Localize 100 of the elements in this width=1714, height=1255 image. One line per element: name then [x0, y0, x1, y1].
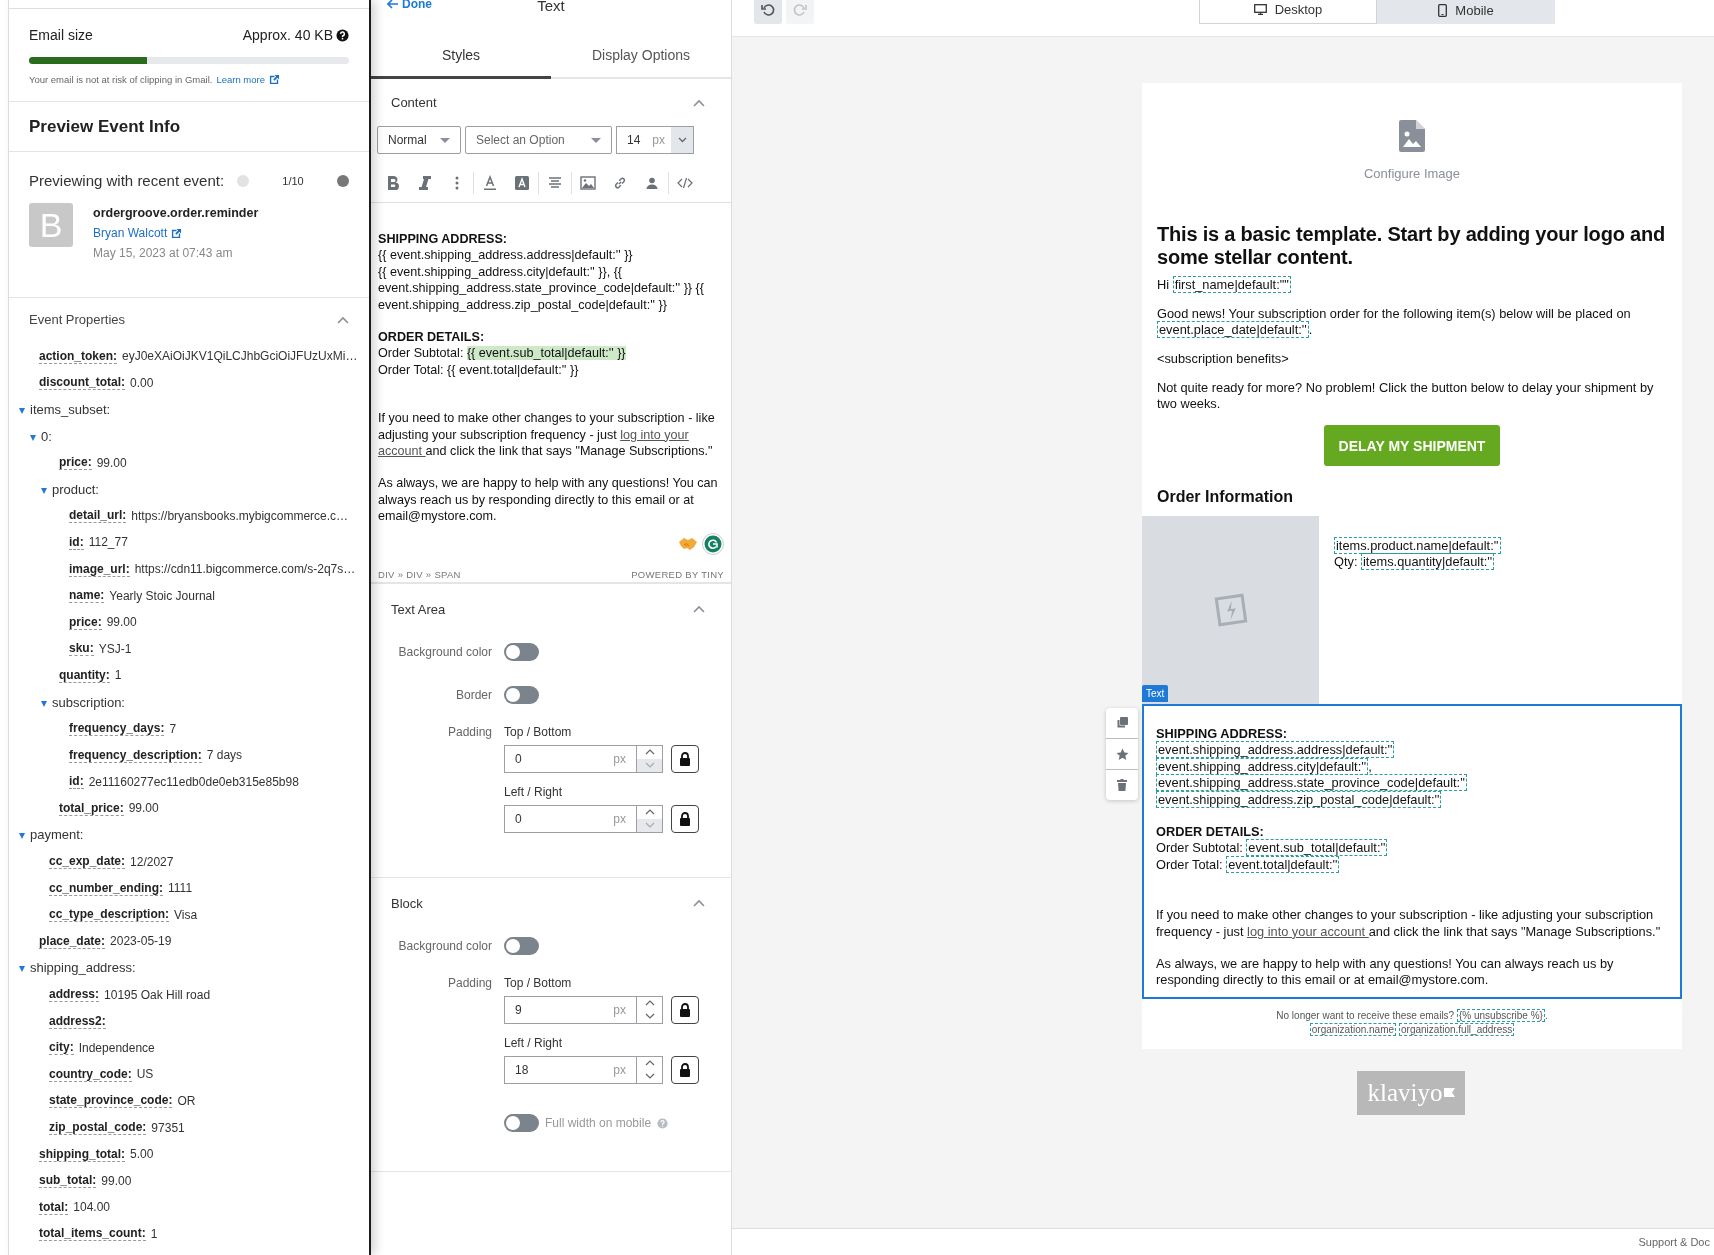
- view-tab[interactable]: Desktop: [1199, 0, 1377, 24]
- learn-more-link[interactable]: Learn more: [216, 74, 265, 85]
- external-link-icon: [171, 227, 183, 239]
- lock-icon: [679, 811, 691, 826]
- caret-icon[interactable]: [41, 700, 47, 707]
- field-label: Left / Right: [504, 1035, 564, 1050]
- section-title: Block: [391, 895, 423, 911]
- property-value: US: [136, 1067, 154, 1082]
- account-link[interactable]: log into your: [620, 427, 689, 442]
- property-key: frequency_days:: [69, 721, 165, 737]
- mobile-icon: [1438, 3, 1448, 17]
- caret-icon[interactable]: [30, 434, 36, 441]
- property-group[interactable]: payment:: [30, 827, 84, 843]
- property-value: https://cdn11.bigcommerce.com/s-2q7s…: [134, 562, 356, 577]
- property-value: 112_77: [88, 535, 128, 550]
- font-size-field[interactable]: 14 px: [616, 126, 694, 154]
- powered-by-label: POWERED BY TINY: [631, 568, 724, 580]
- email-text: ,: [1368, 758, 1372, 774]
- lock-button[interactable]: [671, 804, 699, 833]
- toggle-switch[interactable]: [504, 643, 539, 662]
- caret-icon[interactable]: [19, 966, 25, 973]
- caret-icon[interactable]: [41, 487, 47, 494]
- property-key: action_token:: [39, 348, 117, 364]
- merge-tag: items.product.name|default:'': [1334, 537, 1501, 554]
- property-value: Independence: [78, 1040, 155, 1055]
- lock-icon: [679, 1002, 691, 1017]
- property-group[interactable]: shipping_address:: [30, 960, 136, 976]
- account-link[interactable]: account: [378, 444, 426, 459]
- property-key: state_province_code:: [49, 1093, 173, 1109]
- caret-icon[interactable]: [19, 833, 25, 840]
- email-text: Hi: [1157, 277, 1171, 292]
- editor-text: event.shipping_address.zip_postal_code|default:'' }}: [378, 296, 668, 314]
- property-value: 1111: [168, 881, 193, 896]
- editor-text: ORDER DETAILS:: [378, 329, 486, 346]
- property-group[interactable]: subscription:: [52, 694, 125, 710]
- editor-text: account and click the link that says "Manage Subscriptions.": [378, 443, 714, 460]
- editor-text: always reach us by responding directly to this email or at: [378, 491, 695, 509]
- field-label: Top / Bottom: [504, 975, 573, 990]
- field-label: Top / Bottom: [504, 724, 573, 739]
- profile-link[interactable]: Bryan Walcott: [93, 223, 183, 243]
- support-link[interactable]: Support & Doc: [1638, 1236, 1710, 1248]
- text-block[interactable]: [1142, 704, 1682, 999]
- merge-tag: event.shipping_address.address|default:'': [1156, 741, 1395, 759]
- collapse-icon[interactable]: [693, 98, 705, 107]
- toggle-switch[interactable]: [504, 686, 539, 705]
- collapse-icon[interactable]: [693, 605, 705, 614]
- property-key: sub_total:: [39, 1173, 97, 1189]
- image-placeholder-icon: [1399, 119, 1425, 152]
- toggle-switch[interactable]: [504, 1114, 539, 1133]
- merge-tag: organization.name: [1309, 1022, 1397, 1036]
- email-text: Order Subtotal:: [1156, 840, 1244, 856]
- merge-tag: organization.full_address: [1399, 1022, 1515, 1036]
- email-text: <subscription benefits>: [1157, 351, 1290, 367]
- property-group[interactable]: product:: [52, 481, 99, 497]
- merge-tag: {% unsubscribe %}: [1456, 1008, 1545, 1022]
- lock-button[interactable]: [671, 995, 699, 1024]
- lock-icon: [679, 751, 691, 766]
- property-key: city:: [49, 1040, 74, 1056]
- field-label: Padding: [446, 974, 493, 990]
- property-value: eyJ0eXAiOiJKV1QiLCJhbGciOiJFUzUxMi…: [122, 349, 358, 364]
- lock-button[interactable]: [671, 1055, 699, 1084]
- property-group[interactable]: items_subset:: [30, 402, 111, 417]
- collapse-icon[interactable]: [337, 315, 349, 324]
- panel-title: Text: [537, 0, 565, 14]
- property-key: sku:: [69, 641, 94, 657]
- property-key: zip_postal_code:: [49, 1120, 147, 1135]
- caret-icon[interactable]: [677, 137, 687, 143]
- assistant-icon[interactable]: [702, 532, 724, 555]
- tab[interactable]: Display Options: [551, 34, 731, 79]
- account-link[interactable]: log into your account: [1247, 923, 1369, 939]
- email-text: Not quite ready for more? No problem! Click the button below to delay your shipment by two weeks.: [1157, 380, 1655, 412]
- editor-text: email@mystore.com.: [378, 508, 498, 525]
- collapse-icon[interactable]: [693, 899, 705, 908]
- done-button[interactable]: Done: [387, 0, 432, 11]
- property-key: total_price:: [59, 800, 124, 816]
- number-input[interactable]: 9 px: [504, 995, 637, 1024]
- format-dropdown[interactable]: Normal: [377, 126, 461, 154]
- toggle-switch[interactable]: [504, 937, 539, 956]
- merge-tag: event.shipping_address.state_province_code|default:'': [1156, 774, 1467, 792]
- number-input[interactable]: 0 px: [504, 804, 637, 833]
- caret-icon[interactable]: [19, 408, 25, 414]
- email-text: Qty:: [1334, 554, 1359, 569]
- property-value: https://bryansbooks.mybigcommerce.c…: [131, 508, 349, 523]
- help-icon[interactable]: [336, 28, 349, 42]
- undo-button[interactable]: [754, 0, 782, 24]
- email-text: Order Total:: [1156, 856, 1224, 872]
- font-dropdown[interactable]: Select an Option: [465, 126, 612, 154]
- property-value: 7: [169, 721, 177, 736]
- number-input[interactable]: 0 px: [504, 744, 637, 773]
- tab[interactable]: Styles: [371, 34, 551, 79]
- merge-tag: first_name|default:"": [1172, 276, 1291, 293]
- property-key: total_items_count:: [39, 1226, 146, 1242]
- lock-button[interactable]: [671, 744, 699, 773]
- property-group[interactable]: 0:: [41, 428, 52, 444]
- property-key: discount_total:: [39, 375, 125, 391]
- next-icon[interactable]: [337, 174, 349, 187]
- number-input[interactable]: 18 px: [504, 1055, 637, 1084]
- merge-tag: event.shipping_address.zip_postal_code|default:'': [1156, 790, 1442, 808]
- element-path: DIV » DIV » SPAN: [378, 568, 461, 580]
- footer-text: .: [1544, 1009, 1548, 1021]
